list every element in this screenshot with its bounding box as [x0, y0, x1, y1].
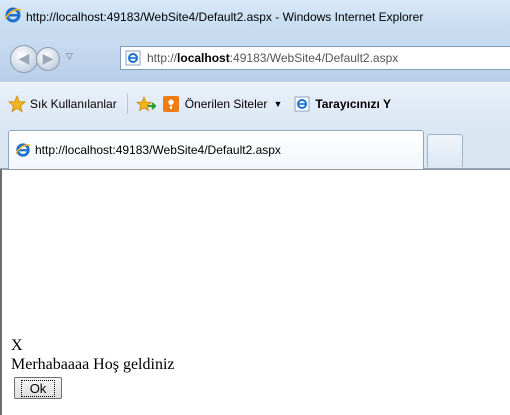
page-icon — [125, 50, 141, 66]
ok-button-label: Ok — [20, 379, 56, 397]
internet-explorer-icon — [4, 6, 22, 28]
suggested-sites-label: Önerilen Siteler — [184, 97, 268, 111]
window-title-bar: http://localhost:49183/WebSite4/Default2… — [0, 0, 510, 35]
separator — [126, 94, 128, 114]
add-to-favorites-icon[interactable] — [135, 95, 156, 113]
tab-bar: http://localhost:49183/WebSite4/Default2… — [0, 124, 510, 169]
new-tab-button[interactable] — [427, 134, 463, 167]
ok-button[interactable]: Ok — [14, 377, 62, 399]
star-icon — [8, 95, 26, 113]
tab-label: http://localhost:49183/WebSite4/Default2… — [35, 143, 281, 157]
favorites-label: Sık Kullanılanlar — [30, 97, 117, 111]
recent-pages-dropdown[interactable]: ▽ — [66, 52, 73, 62]
page-icon — [294, 96, 310, 112]
back-button[interactable]: ◀ — [10, 45, 38, 73]
arrow-left-icon: ◀ — [18, 51, 30, 67]
chevron-down-icon: ▼ — [273, 99, 283, 109]
arrow-right-icon: ▶ — [42, 51, 54, 67]
address-url[interactable]: http://localhost:49183/WebSite4/Default2… — [147, 51, 398, 65]
window-title: http://localhost:49183/WebSite4/Default2… — [26, 10, 424, 24]
suggested-sites-button[interactable]: Önerilen Siteler ▼ — [162, 95, 283, 113]
welcome-message: Merhabaaaa Hoş geldiniz — [11, 356, 175, 373]
tab-default2[interactable]: http://localhost:49183/WebSite4/Default2… — [8, 130, 424, 169]
browser-suggestion-link[interactable]: Tarayıcınızı Y — [294, 96, 391, 112]
navigation-bar: ◀ ▶ ▽ http://localhost:49183/WebSite4/De… — [0, 34, 510, 82]
favorites-button[interactable]: Sık Kullanılanlar — [8, 95, 117, 113]
forward-button[interactable]: ▶ — [36, 47, 60, 71]
suggested-sites-icon — [162, 95, 180, 113]
address-bar[interactable]: http://localhost:49183/WebSite4/Default2… — [120, 46, 510, 70]
browser-suggestion-label: Tarayıcınızı Y — [315, 97, 391, 111]
favorites-bar: Sık Kullanılanlar Önerilen Siteler ▼ Tar… — [0, 82, 510, 125]
internet-explorer-icon — [15, 142, 31, 158]
close-text[interactable]: X — [11, 337, 23, 355]
page-content: X Merhabaaaa Hoş geldiniz Ok — [0, 169, 510, 415]
